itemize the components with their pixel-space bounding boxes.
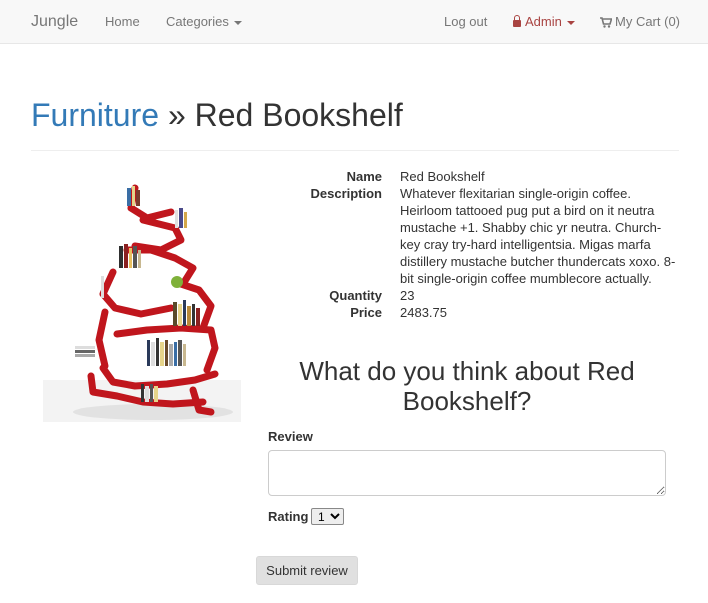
page-title: Furniture » Red Bookshelf [31, 92, 679, 138]
nav-categories-label: Categories [166, 14, 229, 29]
description-value: Whatever flexitarian single-origin coffe… [400, 186, 676, 286]
review-label: Review [268, 429, 313, 444]
caret-down-icon [566, 20, 575, 25]
nav-home-link[interactable]: Home [105, 0, 140, 44]
navbar: Jungle Home Categories Log out Admin My … [0, 0, 708, 44]
description-label: Description [310, 186, 382, 201]
product-details: Name Red Bookshelf Description Whatever fl… [268, 168, 680, 321]
quantity-label: Quantity [329, 288, 382, 303]
review-heading: What do you think about Red Bookshelf? [299, 356, 635, 416]
name-value: Red Bookshelf [400, 169, 485, 184]
nav-admin-label: Admin [525, 14, 562, 29]
nav-admin-dropdown[interactable]: Admin [513, 0, 575, 44]
detail-row-description: Description Whatever flexitarian single-o… [268, 185, 680, 287]
price-label: Price [350, 305, 382, 320]
detail-row-price: Price 2483.75 [268, 304, 680, 321]
price-value: 2483.75 [400, 305, 447, 320]
brand-link[interactable]: Jungle [31, 0, 78, 44]
product-image [43, 184, 241, 422]
page-header: Furniture » Red Bookshelf [31, 92, 679, 151]
product-title: Red Bookshelf [194, 97, 403, 133]
submit-review-button[interactable]: Submit review [256, 556, 358, 585]
lock-icon [513, 15, 521, 27]
nav-logout-link[interactable]: Log out [444, 0, 487, 44]
detail-row-name: Name Red Bookshelf [268, 168, 680, 185]
rating-select[interactable]: 1 [311, 508, 344, 525]
breadcrumb-separator: » [167, 97, 186, 133]
cart-icon [600, 17, 612, 28]
review-textarea[interactable] [268, 450, 666, 496]
nav-cart-link[interactable]: My Cart (0) [600, 0, 680, 44]
caret-down-icon [233, 20, 242, 25]
nav-categories-dropdown[interactable]: Categories [166, 0, 242, 44]
quantity-value: 23 [400, 288, 415, 303]
name-label: Name [346, 169, 382, 184]
detail-row-quantity: Quantity 23 [268, 287, 680, 304]
rating-label: Rating [268, 509, 309, 524]
category-breadcrumb-link[interactable]: Furniture [31, 97, 159, 133]
nav-cart-label: My Cart (0) [615, 14, 680, 29]
